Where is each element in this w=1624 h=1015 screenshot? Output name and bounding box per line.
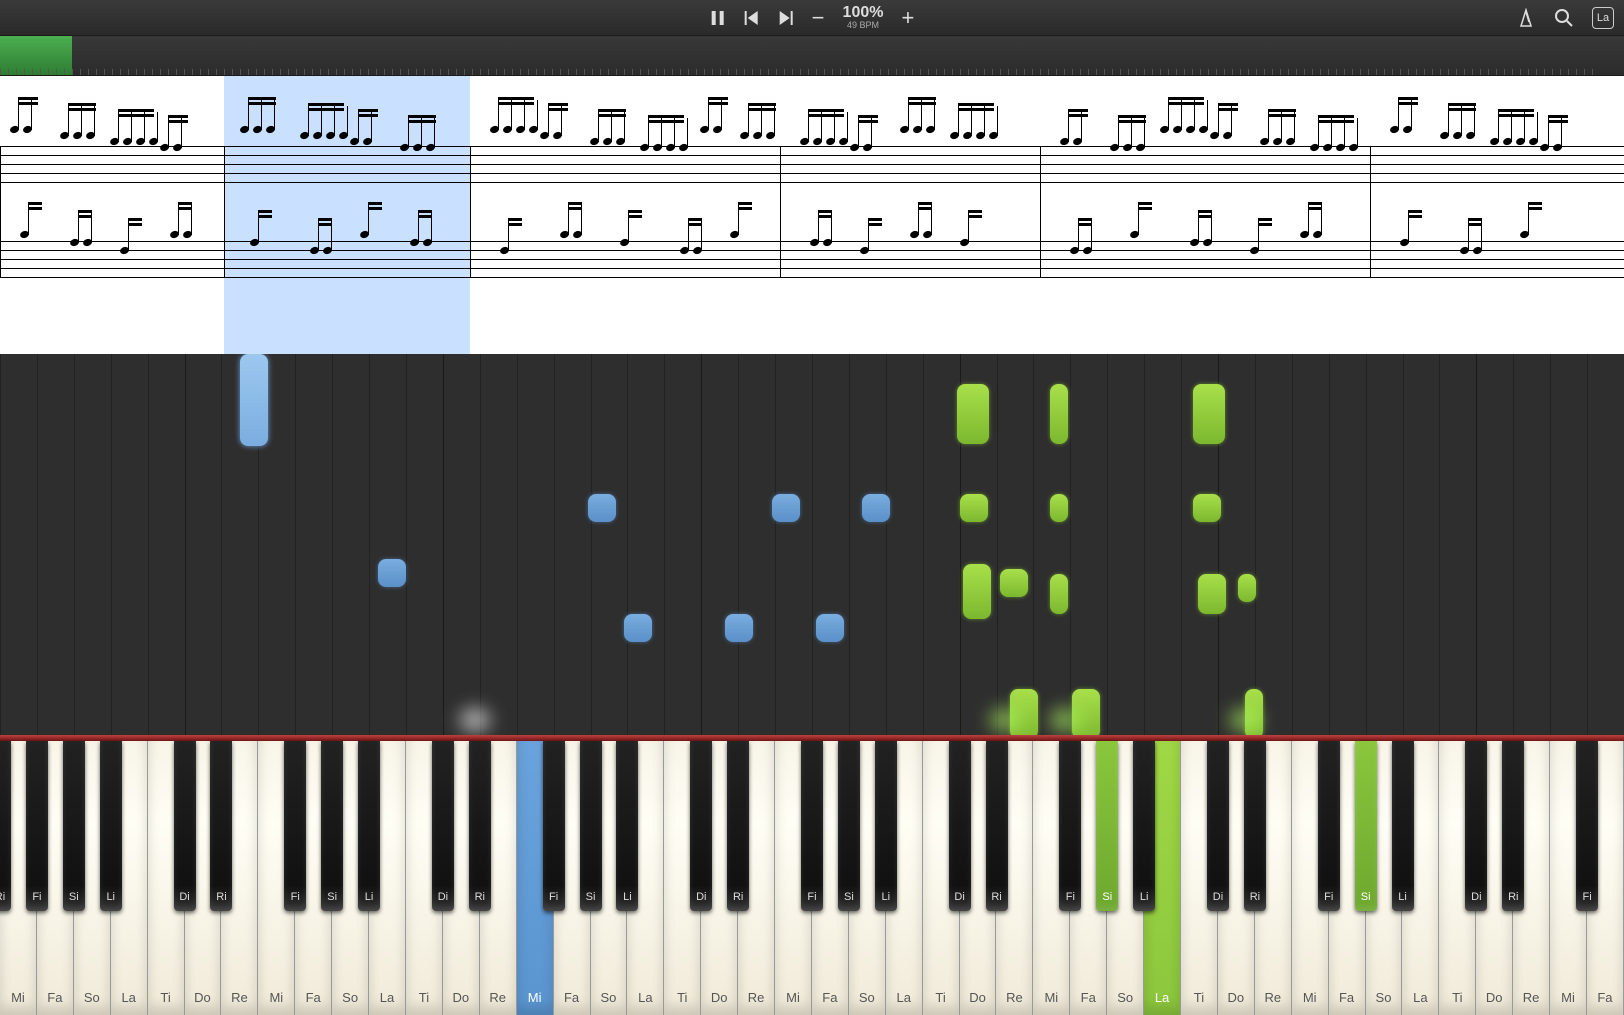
black-key[interactable]: Li	[1392, 741, 1414, 911]
piano-keyboard[interactable]: MiFaSoLaTiDoReMiFaSoLaTiDoReMiFaSoLaTiDo…	[0, 735, 1624, 1015]
black-key[interactable]: Fi	[801, 741, 823, 911]
black-key[interactable]: Ri	[727, 741, 749, 911]
timeline-ticks	[0, 67, 1624, 75]
falling-note	[1193, 494, 1221, 522]
black-key[interactable]: Di	[1465, 741, 1487, 911]
speed-increase-button[interactable]: +	[901, 5, 914, 31]
falling-note	[624, 614, 652, 642]
speed-display: 100% 49 BPM	[843, 5, 884, 30]
next-button[interactable]	[778, 10, 794, 26]
black-key[interactable]: Si	[321, 741, 343, 911]
black-key[interactable]: Ri	[1244, 741, 1266, 911]
falling-note	[1198, 574, 1226, 614]
sheet-music-panel[interactable]	[0, 76, 1624, 354]
black-key[interactable]: Li	[358, 741, 380, 911]
speed-bpm: 49 BPM	[843, 21, 884, 30]
speed-decrease-button[interactable]: −	[812, 5, 825, 31]
falling-note	[1193, 384, 1225, 444]
falling-note	[588, 494, 616, 522]
falling-note	[963, 564, 991, 619]
falling-note	[816, 614, 844, 642]
top-toolbar: − 100% 49 BPM + La	[0, 0, 1624, 36]
key-glow	[1045, 705, 1085, 735]
black-key[interactable]: Si	[580, 741, 602, 911]
falling-note	[957, 384, 989, 444]
falling-note	[1050, 494, 1068, 522]
black-key[interactable]: Ri	[1502, 741, 1524, 911]
black-key[interactable]: Ri	[0, 741, 11, 911]
falling-note	[1050, 384, 1068, 444]
black-key[interactable]: Li	[100, 741, 122, 911]
falling-note	[960, 494, 988, 522]
pause-button[interactable]	[710, 10, 726, 26]
falling-note	[240, 354, 268, 446]
song-timeline[interactable]	[0, 36, 1624, 76]
black-key[interactable]: Fi	[26, 741, 48, 911]
black-key[interactable]: Di	[432, 741, 454, 911]
key-glow	[455, 705, 495, 735]
metronome-icon[interactable]	[1516, 8, 1536, 28]
falling-note	[1238, 574, 1256, 602]
search-icon[interactable]	[1554, 8, 1574, 28]
black-key[interactable]: Fi	[1059, 741, 1081, 911]
black-key[interactable]: Ri	[210, 741, 232, 911]
black-key[interactable]: Di	[174, 741, 196, 911]
falling-note	[1000, 569, 1028, 597]
black-key[interactable]: Si	[63, 741, 85, 911]
black-key[interactable]: Fi	[1318, 741, 1340, 911]
black-key[interactable]: Ri	[469, 741, 491, 911]
black-key[interactable]: Di	[1207, 741, 1229, 911]
falling-note	[725, 614, 753, 642]
black-key[interactable]: Li	[875, 741, 897, 911]
black-key[interactable]: Si	[1096, 741, 1118, 911]
falling-note	[862, 494, 890, 522]
black-key[interactable]: Li	[1133, 741, 1155, 911]
note-name-toggle[interactable]: La	[1592, 7, 1614, 29]
prev-button[interactable]	[744, 10, 760, 26]
key-glow	[1225, 705, 1265, 735]
black-key[interactable]: Fi	[543, 741, 565, 911]
black-key[interactable]: Fi	[1576, 741, 1598, 911]
falling-note	[772, 494, 800, 522]
note-waterfall	[0, 354, 1624, 735]
speed-percent: 100%	[843, 5, 884, 21]
black-key[interactable]: Si	[1355, 741, 1377, 911]
black-key[interactable]: Ri	[986, 741, 1008, 911]
black-key[interactable]: Li	[616, 741, 638, 911]
key-glow	[985, 705, 1025, 735]
falling-note	[378, 559, 406, 587]
black-key[interactable]: Fi	[284, 741, 306, 911]
black-key[interactable]: Si	[838, 741, 860, 911]
falling-note	[1050, 574, 1068, 614]
black-key[interactable]: Di	[949, 741, 971, 911]
black-key[interactable]: Di	[690, 741, 712, 911]
